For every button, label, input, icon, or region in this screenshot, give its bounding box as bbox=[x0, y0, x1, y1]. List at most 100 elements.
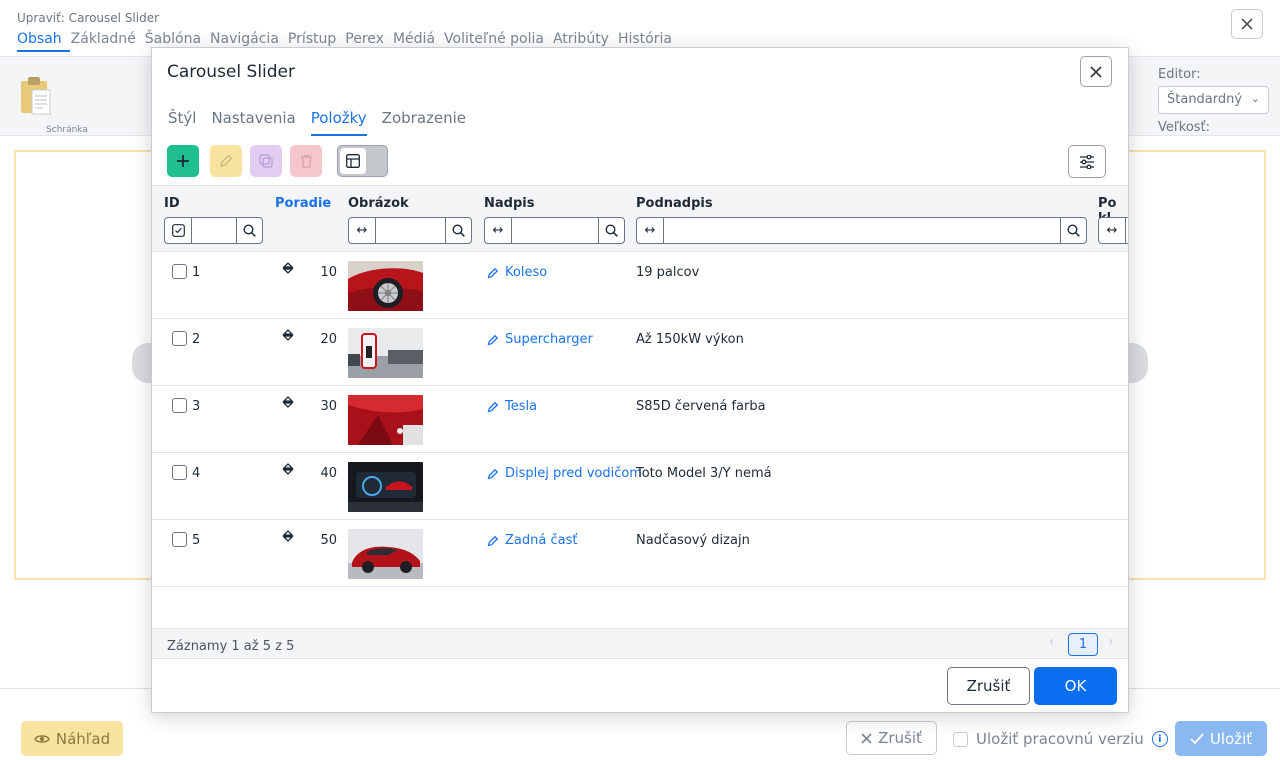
row-order: 40 bbox=[320, 466, 337, 481]
window-title: Upraviť: Carousel Slider bbox=[17, 11, 160, 25]
thumbnail-rear bbox=[348, 529, 423, 579]
extra-filter-mode[interactable]: ↔ bbox=[1099, 218, 1126, 243]
drag-sort-icon[interactable] bbox=[281, 462, 295, 476]
table-row[interactable]: 1 10 Koleso 19 palcov bbox=[152, 252, 1128, 319]
table-row[interactable]: 3 30 Tesla S85D červená farba bbox=[152, 386, 1128, 453]
row-order: 50 bbox=[320, 533, 337, 548]
row-id: 1 bbox=[192, 265, 201, 280]
dialog-close-button[interactable] bbox=[1080, 56, 1112, 87]
image-filter: ↔ bbox=[348, 217, 472, 244]
pencil-icon bbox=[487, 267, 499, 278]
plus-icon bbox=[177, 155, 189, 167]
tab-obsah[interactable]: Obsah bbox=[17, 31, 70, 52]
thumbnail-red-body bbox=[348, 395, 423, 445]
table-view-toggle[interactable] bbox=[337, 145, 388, 177]
row-checkbox[interactable] bbox=[172, 331, 187, 346]
duplicate-item-button[interactable] bbox=[250, 145, 282, 177]
table-settings-button[interactable] bbox=[1068, 145, 1106, 178]
row-title-link[interactable]: Zadná časť bbox=[487, 533, 577, 548]
save-button-label: Uložiť bbox=[1209, 729, 1253, 748]
dialog-ok-button[interactable]: OK bbox=[1034, 667, 1117, 705]
window-close-button[interactable] bbox=[1231, 9, 1263, 39]
pencil-icon bbox=[487, 334, 499, 345]
pager-next-button[interactable]: › bbox=[1108, 634, 1114, 650]
image-filter-input[interactable] bbox=[376, 218, 445, 243]
row-title: Supercharger bbox=[505, 332, 593, 347]
delete-item-button[interactable] bbox=[290, 145, 322, 177]
save-work-version[interactable]: Uložiť pracovnú verziu i bbox=[953, 730, 1168, 748]
row-checkbox[interactable] bbox=[172, 398, 187, 413]
close-icon bbox=[861, 732, 872, 744]
subtitle-filter-search[interactable] bbox=[1060, 218, 1086, 243]
subtitle-filter-mode[interactable]: ↔ bbox=[637, 218, 664, 243]
row-subtitle: S85D červená farba bbox=[636, 399, 766, 414]
column-title[interactable]: Nadpis bbox=[484, 196, 534, 211]
search-icon bbox=[605, 224, 618, 237]
row-checkbox[interactable] bbox=[172, 532, 187, 547]
row-title-link[interactable]: Tesla bbox=[487, 399, 537, 414]
trash-icon bbox=[300, 154, 312, 168]
subtitle-filter-input[interactable] bbox=[664, 218, 1060, 243]
title-filter-search[interactable] bbox=[598, 218, 624, 243]
tab-styl[interactable]: Štýl bbox=[168, 109, 196, 136]
column-subtitle[interactable]: Podnadpis bbox=[636, 196, 713, 211]
tab-zobrazenie[interactable]: Zobrazenie bbox=[382, 109, 466, 136]
pager-prev-button[interactable]: ‹ bbox=[1049, 634, 1055, 650]
row-checkbox[interactable] bbox=[172, 465, 187, 480]
drag-sort-icon[interactable] bbox=[281, 395, 295, 409]
id-filter bbox=[164, 217, 263, 244]
tab-zakladne[interactable]: Základné bbox=[71, 31, 144, 52]
preview-button[interactable]: Náhľad bbox=[21, 721, 123, 756]
editor-select-value: Štandardný bbox=[1167, 92, 1243, 107]
extra-filter: ↔ bbox=[1098, 217, 1128, 244]
table-row[interactable]: 4 40 Displej pred vodičom Toto Model 3/Y… bbox=[152, 453, 1128, 520]
paste-icon[interactable] bbox=[20, 76, 52, 116]
subtitle-filter: ↔ bbox=[636, 217, 1087, 244]
drag-sort-icon[interactable] bbox=[281, 529, 295, 543]
cancel-button[interactable]: Zrušiť bbox=[846, 721, 937, 755]
row-title-link[interactable]: Supercharger bbox=[487, 332, 593, 347]
editor-select[interactable]: Štandardný ⌄ bbox=[1158, 86, 1269, 114]
row-subtitle: 19 palcov bbox=[636, 265, 700, 280]
editor-label: Editor: bbox=[1158, 67, 1201, 82]
edit-item-button[interactable] bbox=[210, 145, 242, 177]
info-icon[interactable]: i bbox=[1151, 731, 1168, 747]
eye-icon bbox=[34, 734, 50, 743]
records-info: Záznamy 1 až 5 z 5 bbox=[167, 639, 295, 654]
select-all-checkbox[interactable] bbox=[165, 218, 192, 243]
row-title-link[interactable]: Displej pred vodičom bbox=[487, 466, 642, 481]
id-filter-search[interactable] bbox=[236, 218, 262, 243]
drag-sort-icon[interactable] bbox=[281, 328, 295, 342]
dialog-cancel-button[interactable]: Zrušiť bbox=[947, 667, 1030, 705]
id-filter-input[interactable] bbox=[192, 218, 236, 243]
column-id[interactable]: ID bbox=[164, 196, 180, 211]
close-icon bbox=[1241, 18, 1253, 30]
image-filter-mode[interactable]: ↔ bbox=[349, 218, 376, 243]
column-order[interactable]: Poradie bbox=[275, 196, 331, 211]
drag-sort-icon[interactable] bbox=[281, 261, 295, 275]
dialog-footer: Zrušiť OK bbox=[152, 658, 1128, 712]
row-id: 2 bbox=[192, 332, 201, 347]
copy-icon bbox=[259, 154, 273, 168]
tab-polozky[interactable]: Položky bbox=[310, 109, 367, 136]
save-work-version-checkbox[interactable] bbox=[953, 731, 968, 747]
row-order: 10 bbox=[320, 265, 337, 280]
title-filter-input[interactable] bbox=[512, 218, 598, 243]
row-id: 4 bbox=[192, 466, 201, 481]
row-title-link[interactable]: Koleso bbox=[487, 265, 547, 280]
tab-nastavenia[interactable]: Nastavenia bbox=[211, 109, 295, 136]
image-filter-search[interactable] bbox=[445, 218, 471, 243]
dialog-tabs: Štýl Nastavenia Položky Zobrazenie bbox=[168, 109, 481, 136]
column-image[interactable]: Obrázok bbox=[348, 196, 409, 211]
save-button[interactable]: Uložiť bbox=[1175, 721, 1267, 756]
row-checkbox[interactable] bbox=[172, 264, 187, 279]
table-icon bbox=[346, 154, 360, 168]
row-title: Tesla bbox=[505, 399, 538, 414]
add-item-button[interactable] bbox=[167, 145, 199, 177]
row-id: 5 bbox=[192, 533, 201, 548]
table-row[interactable]: 2 20 Supercharger Až 150kW výkon bbox=[152, 319, 1128, 386]
title-filter-mode[interactable]: ↔ bbox=[485, 218, 512, 243]
table-row[interactable]: 5 50 Zadná časť Nadčasový dizajn bbox=[152, 520, 1128, 587]
pager-current-page[interactable]: 1 bbox=[1068, 633, 1098, 656]
size-label: Veľkosť: bbox=[1158, 120, 1211, 135]
